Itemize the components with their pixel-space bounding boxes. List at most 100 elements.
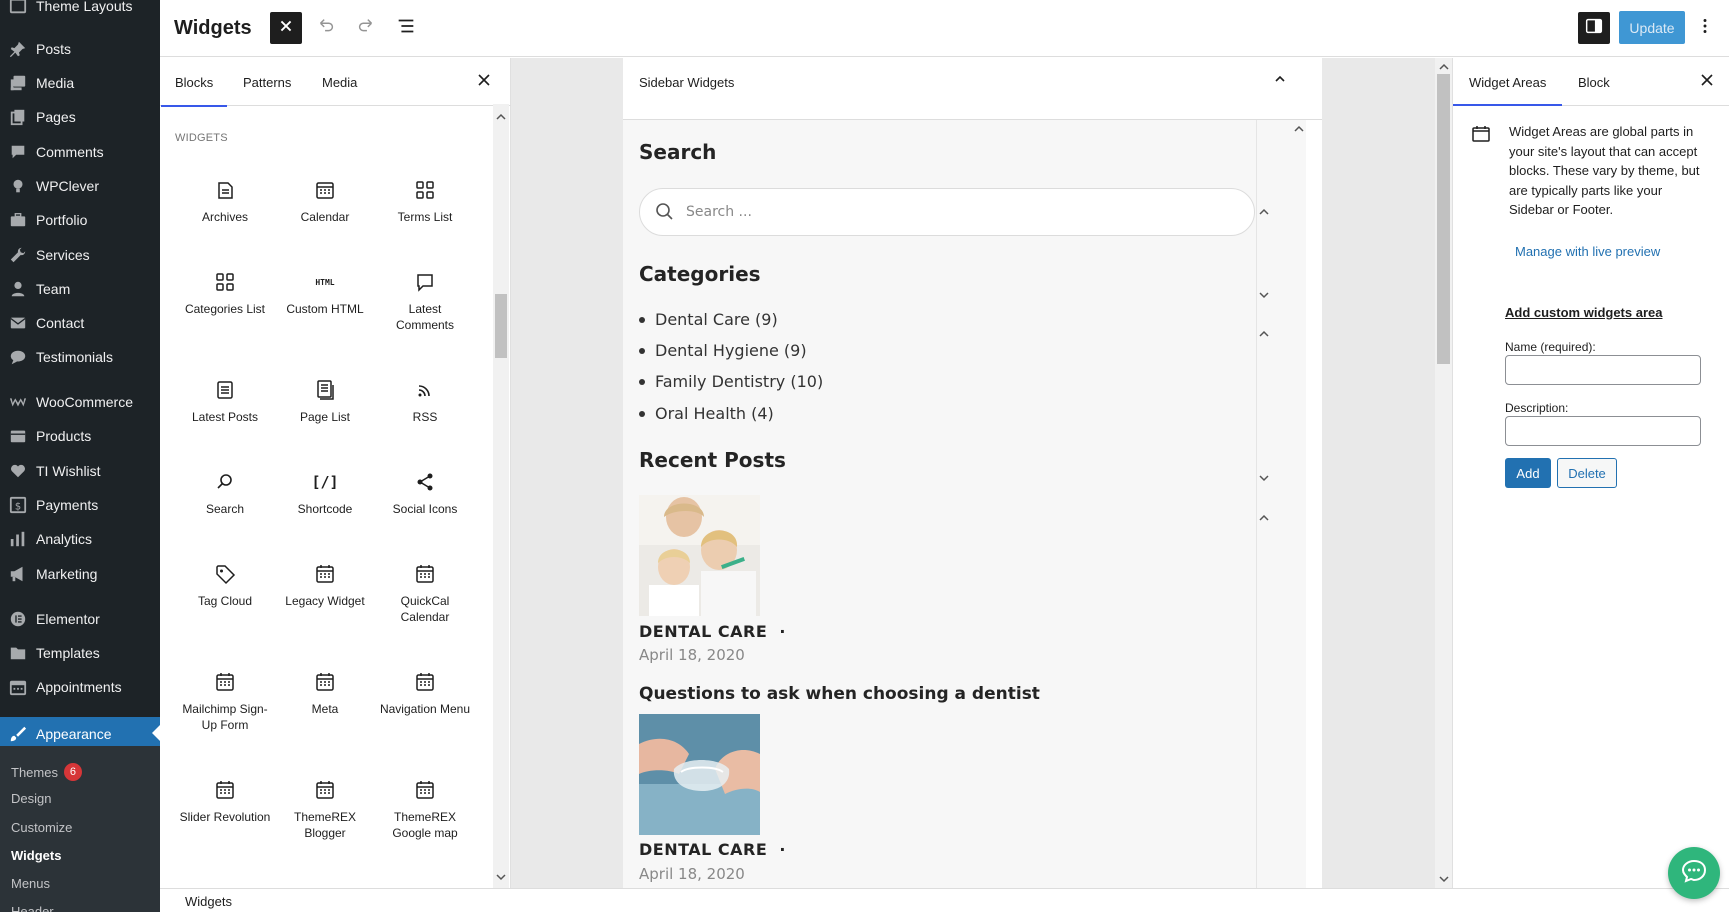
- menu-item-marketing[interactable]: Marketing: [0, 558, 160, 590]
- block-latest-comments[interactable]: Latest Comments: [375, 261, 475, 353]
- appearance-submenu: Themes 6 Design Customize Widgets Menus H…: [0, 746, 160, 912]
- options-menu-button[interactable]: [1693, 12, 1717, 44]
- close-icon: [275, 15, 297, 42]
- category-item[interactable]: Dental Care (9): [639, 310, 778, 329]
- menu-item-posts[interactable]: Posts: [0, 33, 160, 65]
- delete-button[interactable]: Delete: [1557, 458, 1617, 488]
- block-label: Search: [205, 502, 245, 516]
- tab-blocks[interactable]: Blocks: [160, 58, 228, 107]
- block-label: Legacy Widget: [285, 594, 365, 608]
- category-item[interactable]: Dental Hygiene (9): [639, 341, 807, 360]
- menu-item-appointments[interactable]: Appointments: [0, 671, 160, 703]
- block-meta[interactable]: Meta: [275, 661, 375, 753]
- menu-item-contact[interactable]: Contact: [0, 307, 160, 339]
- submenu-label: Themes: [11, 764, 58, 780]
- submenu-item-header[interactable]: Header: [11, 904, 54, 912]
- block-quickcal-calendar[interactable]: QuickCal Calendar: [375, 553, 475, 645]
- tab-media[interactable]: Media: [322, 58, 357, 106]
- area-scroll-up-arrow[interactable]: [1292, 122, 1306, 136]
- menu-item-products[interactable]: Products: [0, 420, 160, 452]
- block-label: Terms List: [397, 210, 453, 224]
- menu-item-services[interactable]: Services: [0, 239, 160, 271]
- update-button[interactable]: Update: [1619, 11, 1685, 44]
- tab-widget-areas[interactable]: Widget Areas: [1452, 58, 1563, 106]
- category-label: Dental Care (9): [655, 310, 778, 329]
- category-item[interactable]: Family Dentistry (10): [639, 372, 823, 391]
- search-widget-input[interactable]: Search ...: [639, 188, 1255, 236]
- post-thumbnail[interactable]: [639, 495, 760, 616]
- scroll-down-arrow[interactable]: [1437, 872, 1451, 886]
- post-title[interactable]: Questions to ask when choosing a dentist: [639, 684, 1040, 704]
- block-themerex-blogger[interactable]: ThemeREX Blogger: [275, 769, 375, 861]
- custom-area-heading: Add custom widgets area: [1505, 305, 1663, 320]
- close-settings-button[interactable]: [1697, 72, 1717, 92]
- redo-button[interactable]: [350, 12, 382, 44]
- block-page-list[interactable]: Page List: [275, 369, 375, 461]
- scroll-down-arrow[interactable]: [494, 870, 508, 884]
- block-calendar[interactable]: Calendar: [275, 169, 375, 261]
- widget-area-header[interactable]: Sidebar Widgets: [623, 58, 1322, 120]
- collapse-area-button[interactable]: [1273, 74, 1287, 88]
- block-shortcode[interactable]: [/] Shortcode: [275, 461, 375, 553]
- menu-item-portfolio[interactable]: Portfolio: [0, 204, 160, 236]
- block-custom-html[interactable]: HTML Custom HTML: [275, 261, 375, 353]
- block-social-icons[interactable]: Social Icons: [375, 461, 475, 553]
- scroll-up-arrow[interactable]: [494, 110, 508, 124]
- post-category[interactable]: DENTAL CARE ·: [639, 840, 786, 859]
- block-tag-cloud[interactable]: Tag Cloud: [175, 553, 275, 645]
- submenu-item-customize[interactable]: Customize: [11, 820, 72, 835]
- menu-item-wpclever[interactable]: WPClever: [0, 170, 160, 202]
- chat-launcher-button[interactable]: [1668, 847, 1720, 899]
- post-thumbnail[interactable]: [639, 714, 760, 835]
- block-legacy-widget[interactable]: Legacy Widget: [275, 553, 375, 645]
- scrollbar-thumb[interactable]: [1437, 74, 1450, 364]
- menu-item-team[interactable]: Team: [0, 273, 160, 305]
- close-inserter-button[interactable]: [270, 12, 302, 44]
- undo-button[interactable]: [310, 12, 342, 44]
- category-item[interactable]: Oral Health (4): [639, 404, 774, 423]
- menu-item-elementor[interactable]: Elementor: [0, 603, 160, 635]
- submenu-item-design[interactable]: Design: [11, 791, 51, 806]
- scroll-up-arrow[interactable]: [1437, 60, 1451, 74]
- canvas-scrollbar[interactable]: [1435, 58, 1452, 888]
- menu-label: Pages: [36, 109, 76, 125]
- inserter-scrollbar[interactable]: [493, 104, 509, 888]
- manage-live-preview-link[interactable]: Manage with live preview: [1515, 244, 1660, 259]
- menu-item-pages[interactable]: Pages: [0, 101, 160, 133]
- menu-item-analytics[interactable]: Analytics: [0, 523, 160, 555]
- block-categories-list[interactable]: Categories List: [175, 261, 275, 353]
- submenu-item-themes[interactable]: Themes 6: [11, 763, 82, 781]
- tab-block[interactable]: Block: [1578, 58, 1610, 106]
- submenu-item-menus[interactable]: Menus: [11, 876, 50, 891]
- block-archives[interactable]: Archives: [175, 169, 275, 261]
- menu-item-media[interactable]: Media: [0, 67, 160, 99]
- settings-toggle-button[interactable]: [1578, 12, 1610, 44]
- add-button[interactable]: Add: [1505, 458, 1551, 488]
- name-field[interactable]: [1505, 355, 1701, 385]
- block-rss[interactable]: RSS: [375, 369, 475, 461]
- block-mailchimp-sign-up-form[interactable]: Mailchimp Sign-Up Form: [175, 661, 275, 753]
- menu-item-payments[interactable]: $ Payments: [0, 489, 160, 521]
- block-navigation-menu[interactable]: Navigation Menu: [375, 661, 475, 753]
- scrollbar-thumb[interactable]: [495, 294, 507, 358]
- block-latest-posts[interactable]: Latest Posts: [175, 369, 275, 461]
- list-view-button[interactable]: [390, 12, 422, 44]
- post-category[interactable]: DENTAL CARE ·: [639, 622, 786, 641]
- tab-patterns[interactable]: Patterns: [243, 58, 291, 106]
- block-terms-list[interactable]: Terms List: [375, 169, 475, 261]
- block-themerex-google-map[interactable]: ThemeREX Google map: [375, 769, 475, 861]
- close-inserter-x-button[interactable]: [474, 72, 494, 92]
- menu-item-comments[interactable]: Comments: [0, 136, 160, 168]
- widget-inner-scrollbar[interactable]: [1256, 120, 1272, 888]
- block-search[interactable]: Search: [175, 461, 275, 553]
- megaphone-icon: [8, 564, 28, 584]
- menu-item-woocommerce[interactable]: WooCommerce: [0, 386, 160, 418]
- block-slider-revolution[interactable]: Slider Revolution: [175, 769, 275, 861]
- breadcrumb[interactable]: Widgets: [185, 894, 232, 909]
- submenu-item-widgets[interactable]: Widgets: [11, 848, 61, 863]
- menu-item-templates[interactable]: Templates: [0, 637, 160, 669]
- description-field[interactable]: [1505, 416, 1701, 446]
- menu-item-testimonials[interactable]: Testimonials: [0, 341, 160, 373]
- menu-item-theme-layouts[interactable]: Theme Layouts: [0, 0, 160, 22]
- menu-item-ti-wishlist[interactable]: TI Wishlist: [0, 455, 160, 487]
